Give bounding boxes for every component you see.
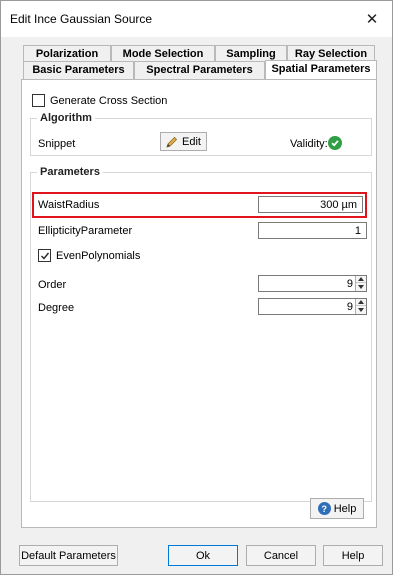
waist-radius-label: WaistRadius [38, 199, 100, 211]
check-icon [40, 252, 49, 260]
pencil-icon [166, 136, 178, 148]
waist-radius-input[interactable]: 300 µm [258, 196, 363, 213]
cancel-button[interactable]: Cancel [246, 545, 316, 566]
order-decrement-button[interactable] [356, 283, 366, 290]
ellipticity-input[interactable]: 1 [258, 222, 367, 239]
degree-decrement-button[interactable] [356, 306, 366, 313]
tab-sampling[interactable]: Sampling [215, 45, 287, 61]
degree-spin-buttons [355, 299, 366, 314]
tab-mode-selection[interactable]: Mode Selection [111, 45, 215, 61]
parameters-legend: Parameters [40, 166, 100, 178]
tab-basic-parameters[interactable]: Basic Parameters [23, 61, 134, 79]
ok-button[interactable]: Ok [168, 545, 238, 566]
order-label: Order [38, 279, 67, 291]
close-icon: ✕ [365, 11, 379, 28]
edit-snippet-button[interactable]: Edit [160, 132, 207, 151]
validity-label: Validity: [290, 138, 328, 150]
close-button[interactable]: ✕ [352, 1, 392, 37]
panel-help-label: Help [333, 502, 357, 515]
arrow-down-icon [358, 284, 364, 289]
panel-help-button[interactable]: ? Help [310, 498, 364, 519]
degree-increment-button[interactable] [356, 299, 366, 306]
title-bar: Edit Ince Gaussian Source ✕ [1, 1, 392, 37]
order-stepper[interactable]: 9 [258, 275, 367, 292]
even-polynomials-label: EvenPolynomials [56, 249, 141, 262]
order-value: 9 [346, 278, 353, 290]
edit-label: Edit [182, 135, 201, 148]
arrow-up-icon [358, 277, 364, 281]
degree-stepper[interactable]: 9 [258, 298, 367, 315]
window-title: Edit Ince Gaussian Source [10, 12, 153, 26]
checkbox-box[interactable] [32, 94, 45, 107]
order-increment-button[interactable] [356, 276, 366, 283]
degree-value: 9 [346, 301, 353, 313]
dialog-window: Edit Ince Gaussian Source ✕ Polarization… [0, 0, 393, 575]
tab-polarization[interactable]: Polarization [23, 45, 111, 61]
arrow-down-icon [358, 307, 364, 312]
even-polynomials-checkbox[interactable]: EvenPolynomials [38, 249, 140, 262]
ellipticity-label: EllipticityParameter [38, 225, 133, 237]
generate-cross-section-checkbox[interactable]: Generate Cross Section [32, 94, 167, 107]
default-parameters-button[interactable]: Default Parameters [19, 545, 118, 566]
help-button[interactable]: Help [323, 545, 383, 566]
help-icon: ? [317, 502, 331, 515]
tab-spectral-parameters[interactable]: Spectral Parameters [134, 61, 265, 79]
tab-spatial-parameters[interactable]: Spatial Parameters [265, 60, 377, 79]
snippet-label: Snippet [38, 138, 76, 150]
degree-label: Degree [38, 302, 75, 314]
arrow-up-icon [358, 300, 364, 304]
generate-cross-section-label: Generate Cross Section [50, 94, 168, 107]
tab-ray-selection[interactable]: Ray Selection [287, 45, 375, 61]
tab-strip: Polarization Mode Selection Sampling Ray… [23, 45, 377, 79]
check-circle-icon [328, 136, 342, 150]
order-spin-buttons [355, 276, 366, 291]
algorithm-legend: Algorithm [40, 112, 92, 124]
checkbox-box[interactable] [38, 249, 51, 262]
spatial-parameters-panel: Generate Cross Section Algorithm Snippet… [21, 79, 377, 528]
